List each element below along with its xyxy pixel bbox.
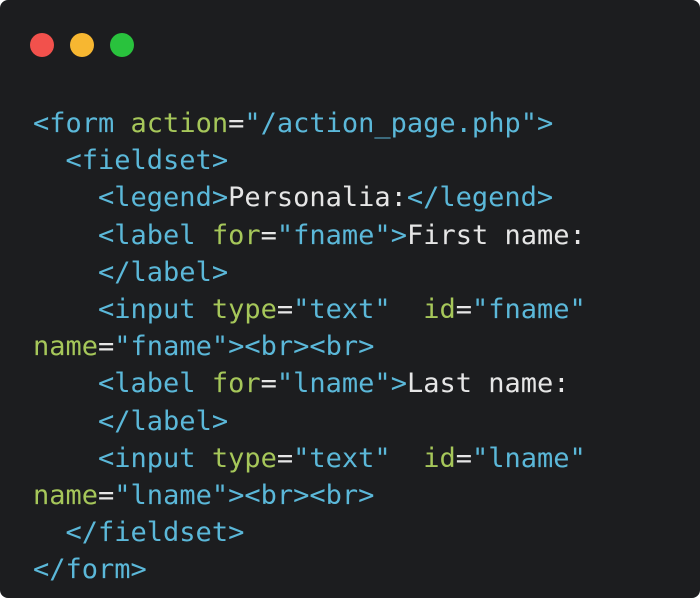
minimize-button[interactable] bbox=[70, 33, 94, 57]
code-line: </fieldset> bbox=[33, 514, 586, 551]
code-line: <input type="text" id="fname" bbox=[33, 291, 586, 328]
code-line: <label for="lname">Last name: bbox=[33, 365, 586, 402]
code-attr-token: id bbox=[423, 293, 456, 325]
code-tag-token: </legend> bbox=[406, 182, 554, 214]
code-tag-token: > bbox=[390, 368, 407, 400]
code-attr-token: type bbox=[211, 293, 277, 325]
code-punct-token: = bbox=[276, 442, 294, 474]
code-tag-token: </form> bbox=[33, 554, 147, 586]
code-attr-token: name bbox=[33, 479, 99, 511]
code-punct-token: = bbox=[455, 293, 472, 325]
code-attr-token: type bbox=[211, 442, 277, 474]
code-line: <legend>Personalia:</legend> bbox=[33, 179, 586, 216]
code-line: <fieldset> bbox=[33, 142, 586, 179]
code-tag-token: </label> bbox=[98, 405, 229, 437]
code-tag-token: ><br><br> bbox=[228, 331, 375, 363]
code-tag-token: <fieldset> bbox=[65, 145, 229, 177]
code-line: </label> bbox=[33, 254, 586, 291]
code-string-token: "lname" bbox=[471, 442, 586, 474]
code-attr-token: action bbox=[130, 108, 229, 139]
code-tag-token: <input bbox=[98, 442, 196, 474]
code-tag-token: <legend> bbox=[98, 182, 229, 214]
window-controls bbox=[30, 33, 134, 57]
code-tag-token: <form bbox=[33, 108, 115, 139]
code-string-token: "fname" bbox=[471, 293, 586, 325]
code-text-token: Last name: bbox=[406, 368, 570, 400]
code-line: <label for="fname">First name: bbox=[33, 217, 586, 254]
code-line: <form action="/action_page.php"> bbox=[33, 105, 586, 142]
code-string-token: "lname" bbox=[276, 368, 391, 400]
code-attr-token: name bbox=[33, 331, 99, 363]
code-punct-token: = bbox=[276, 293, 294, 325]
code-string-token: "lname" bbox=[114, 479, 229, 511]
code-string-token: "text" bbox=[293, 442, 391, 474]
code-tag-token: <label bbox=[98, 368, 196, 400]
code-line: <input type="text" id="lname" bbox=[33, 440, 586, 477]
code-tag-token: </label> bbox=[98, 256, 229, 288]
code-attr-token: id bbox=[423, 442, 456, 474]
code-punct-token: = bbox=[455, 442, 472, 474]
code-window: <form action="/action_page.php"> <fields… bbox=[0, 0, 700, 598]
code-tag-token: <input bbox=[98, 293, 196, 325]
code-punct-token: = bbox=[228, 108, 245, 139]
code-string-token: "fname" bbox=[276, 219, 391, 251]
code-punct-token: = bbox=[260, 368, 277, 400]
code-text-token: First name: bbox=[406, 219, 586, 251]
code-string-token: "text" bbox=[293, 293, 391, 325]
code-punct-token: = bbox=[98, 479, 115, 511]
code-line: </label> bbox=[33, 403, 586, 440]
code-text-token: Personalia: bbox=[228, 182, 407, 214]
code-block: <form action="/action_page.php"> <fields… bbox=[33, 105, 586, 588]
code-tag-token: <label bbox=[98, 219, 196, 251]
code-punct-token: = bbox=[98, 331, 115, 363]
code-punct-token: = bbox=[260, 219, 277, 251]
code-line: </form> bbox=[33, 551, 586, 588]
code-attr-token: for bbox=[211, 219, 261, 251]
code-tag-token: </fieldset> bbox=[65, 517, 245, 549]
code-string-token: "/action_page.php" bbox=[244, 108, 537, 139]
maximize-button[interactable] bbox=[110, 33, 134, 57]
code-tag-token: > bbox=[536, 108, 554, 139]
code-line: name="fname"><br><br> bbox=[33, 328, 586, 365]
code-attr-token: for bbox=[211, 368, 261, 400]
code-tag-token: > bbox=[390, 219, 407, 251]
code-line: name="lname"><br><br> bbox=[33, 477, 586, 514]
code-string-token: "fname" bbox=[114, 331, 229, 363]
code-tag-token: ><br><br> bbox=[228, 479, 375, 511]
close-button[interactable] bbox=[30, 33, 54, 57]
